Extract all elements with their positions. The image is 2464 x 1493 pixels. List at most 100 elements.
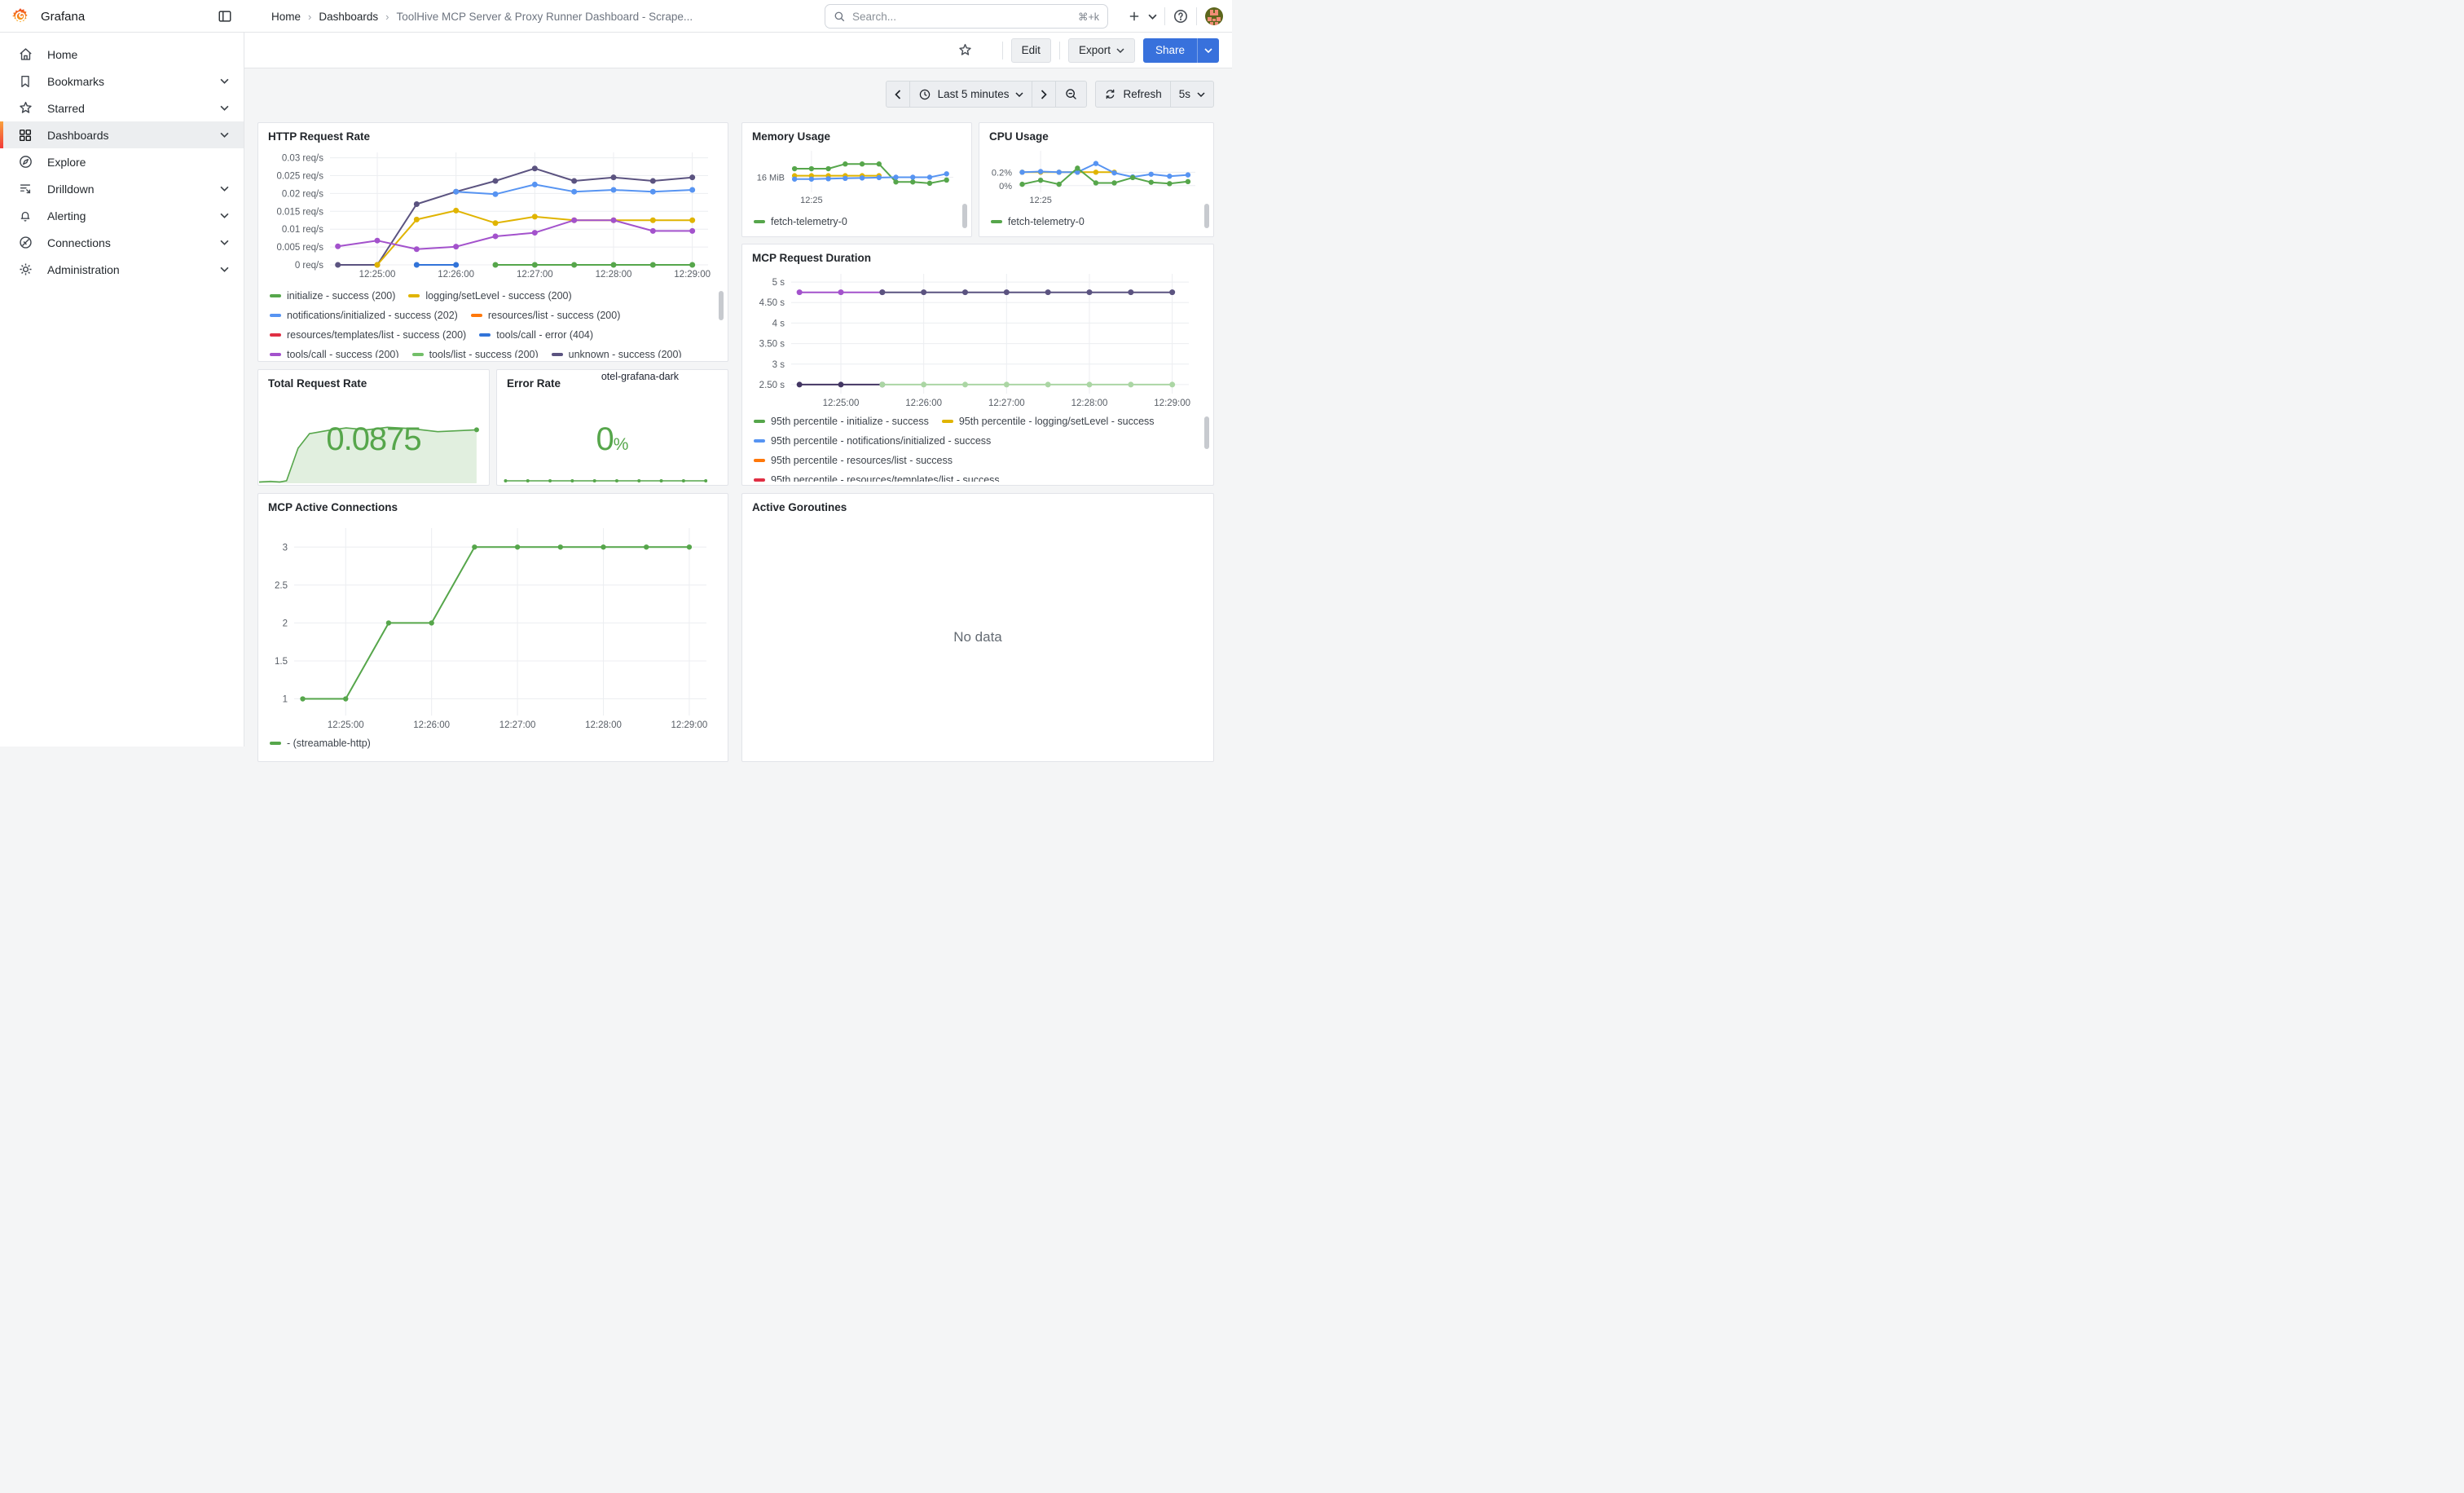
edit-button[interactable]: Edit xyxy=(1011,38,1051,63)
time-shift-forward-button[interactable] xyxy=(1032,81,1056,108)
svg-text:0.015 req/s: 0.015 req/s xyxy=(276,207,323,217)
legend-item[interactable]: tools/call - success (200) xyxy=(270,345,399,358)
error-rate-sparkline[interactable] xyxy=(498,473,727,484)
legend-scrollbar[interactable] xyxy=(1204,204,1209,228)
sidebar-item-bookmarks[interactable]: Bookmarks xyxy=(0,68,244,95)
panel-error-rate: Error Rate otel-grafana-dark 0 % xyxy=(496,369,728,486)
dock-sidebar-icon[interactable] xyxy=(217,8,233,24)
sidebar-item-drilldown[interactable]: Drilldown xyxy=(0,175,244,202)
panel-title[interactable]: Total Request Rate xyxy=(258,370,489,390)
memory-usage-legend: fetch-telemetry-0 xyxy=(754,212,955,231)
sidebar-item-home[interactable]: Home xyxy=(0,41,244,68)
memory-usage-chart[interactable]: 12:2516 MiB xyxy=(749,146,961,207)
share-button[interactable]: Share xyxy=(1143,38,1197,63)
chevron-down-icon[interactable] xyxy=(220,105,229,111)
mcp-request-duration-chart[interactable]: 12:25:0012:26:0012:27:0012:28:0012:29:00… xyxy=(750,269,1200,410)
chevron-down-icon[interactable] xyxy=(220,213,229,218)
http-request-rate-chart[interactable]: 12:25:0012:26:0012:27:0012:28:0012:29:00… xyxy=(266,148,716,281)
sidebar-item-label: Connections xyxy=(47,236,220,249)
sidebar-item-starred[interactable]: Starred xyxy=(0,95,244,121)
breadcrumb-item[interactable]: Dashboards xyxy=(319,11,378,23)
avatar[interactable] xyxy=(1204,7,1224,26)
sidebar-item-administration[interactable]: Administration xyxy=(0,256,244,283)
legend-item[interactable]: 95th percentile - notifications/initiali… xyxy=(754,431,991,451)
chevron-down-icon[interactable] xyxy=(220,132,229,138)
svg-text:12:27:00: 12:27:00 xyxy=(988,399,1025,408)
legend-item[interactable]: 95th percentile - logging/setLevel - suc… xyxy=(942,412,1155,431)
legend-item[interactable]: logging/setLevel - success (200) xyxy=(408,286,571,306)
legend-item[interactable]: 95th percentile - initialize - success xyxy=(754,412,929,431)
legend-item[interactable]: tools/list - success (200) xyxy=(412,345,539,358)
sidebar-item-connections[interactable]: Connections xyxy=(0,229,244,256)
panel-title[interactable]: MCP Active Connections xyxy=(258,494,728,513)
legend-item[interactable]: 95th percentile - resources/templates/li… xyxy=(754,470,1000,482)
panel-title[interactable]: MCP Request Duration xyxy=(742,244,1213,264)
star-icon xyxy=(18,100,34,117)
bell-icon xyxy=(18,208,34,224)
legend-label: 95th percentile - logging/setLevel - suc… xyxy=(959,416,1155,427)
breadcrumb-item[interactable]: Home xyxy=(271,11,301,23)
svg-text:5 s: 5 s xyxy=(772,278,785,288)
legend-scrollbar[interactable] xyxy=(962,204,967,228)
refresh-button[interactable]: Refresh xyxy=(1095,81,1170,108)
panel-title[interactable]: Active Goroutines xyxy=(742,494,1213,513)
mcp-active-connections-chart[interactable]: 12:25:0012:26:0012:27:0012:28:0012:29:00… xyxy=(266,523,716,732)
legend-scrollbar[interactable] xyxy=(719,291,724,320)
chevron-down-icon[interactable] xyxy=(220,240,229,245)
legend-item[interactable]: - (streamable-http) xyxy=(270,733,371,753)
chevron-down-icon[interactable] xyxy=(220,78,229,84)
svg-text:1.5: 1.5 xyxy=(275,657,288,667)
legend-item[interactable]: fetch-telemetry-0 xyxy=(991,212,1085,231)
panel-title[interactable]: HTTP Request Rate xyxy=(258,123,728,143)
legend-item[interactable]: 95th percentile - resources/list - succe… xyxy=(754,451,953,470)
mcp-request-duration-legend: 95th percentile - initialize - success 95… xyxy=(754,412,1195,482)
panel-title[interactable]: Memory Usage xyxy=(742,123,971,143)
svg-text:12:28:00: 12:28:00 xyxy=(1071,399,1108,408)
add-icon[interactable] xyxy=(1128,10,1141,23)
stat-unit: % xyxy=(614,435,629,455)
svg-text:12:27:00: 12:27:00 xyxy=(517,270,553,280)
legend-item[interactable]: tools/call - error (404) xyxy=(479,325,593,345)
add-chevron-down-icon[interactable] xyxy=(1148,14,1157,20)
search-input[interactable]: ⌘+k xyxy=(825,4,1108,29)
legend-item[interactable]: initialize - success (200) xyxy=(270,286,395,306)
legend-item[interactable]: unknown - success (200) xyxy=(552,345,682,358)
legend-scrollbar[interactable] xyxy=(1204,416,1209,449)
panel-title[interactable]: CPU Usage xyxy=(979,123,1213,143)
legend-item[interactable]: fetch-telemetry-0 xyxy=(754,212,847,231)
time-range-picker[interactable]: Last 5 minutes xyxy=(909,81,1033,108)
grafana-logo-icon[interactable] xyxy=(11,7,29,25)
share-chevron-down-icon[interactable] xyxy=(1197,38,1219,63)
chevron-down-icon[interactable] xyxy=(220,266,229,272)
cpu-usage-chart[interactable]: 12:250.2%0% xyxy=(986,146,1203,207)
refresh-interval-picker[interactable]: 5s xyxy=(1170,81,1214,108)
legend-swatch xyxy=(942,420,953,423)
help-icon[interactable] xyxy=(1173,8,1189,24)
star-icon[interactable] xyxy=(957,42,973,58)
sidebar-item-label: Administration xyxy=(47,263,220,276)
sidebar-item-label: Explore xyxy=(47,156,244,169)
legend-label: 95th percentile - initialize - success xyxy=(771,416,929,427)
search-field[interactable] xyxy=(852,11,1071,23)
sidebar-item-alerting[interactable]: Alerting xyxy=(0,202,244,229)
breadcrumb-separator: › xyxy=(385,11,389,23)
stat-value: 0 xyxy=(596,421,614,458)
legend-item[interactable]: resources/templates/list - success (200) xyxy=(270,325,466,345)
zoom-out-button[interactable] xyxy=(1055,81,1087,108)
legend-label: fetch-telemetry-0 xyxy=(1008,216,1085,227)
time-shift-back-button[interactable] xyxy=(886,81,910,108)
legend-swatch xyxy=(408,294,420,297)
chevron-down-icon[interactable] xyxy=(220,186,229,192)
legend-swatch xyxy=(552,353,563,356)
legend-item[interactable]: resources/list - success (200) xyxy=(471,306,621,325)
export-button[interactable]: Export xyxy=(1068,38,1135,63)
svg-text:12:26:00: 12:26:00 xyxy=(905,399,942,408)
legend-item[interactable]: notifications/initialized - success (202… xyxy=(270,306,458,325)
svg-text:0.005 req/s: 0.005 req/s xyxy=(276,243,323,253)
sidebar-item-explore[interactable]: Explore xyxy=(0,148,244,175)
sidebar-item-dashboards[interactable]: Dashboards xyxy=(0,121,244,148)
legend-swatch xyxy=(991,220,1002,223)
legend-swatch xyxy=(270,333,281,337)
total-request-rate-sparkline[interactable] xyxy=(259,414,488,484)
legend-label: tools/call - error (404) xyxy=(496,329,593,341)
